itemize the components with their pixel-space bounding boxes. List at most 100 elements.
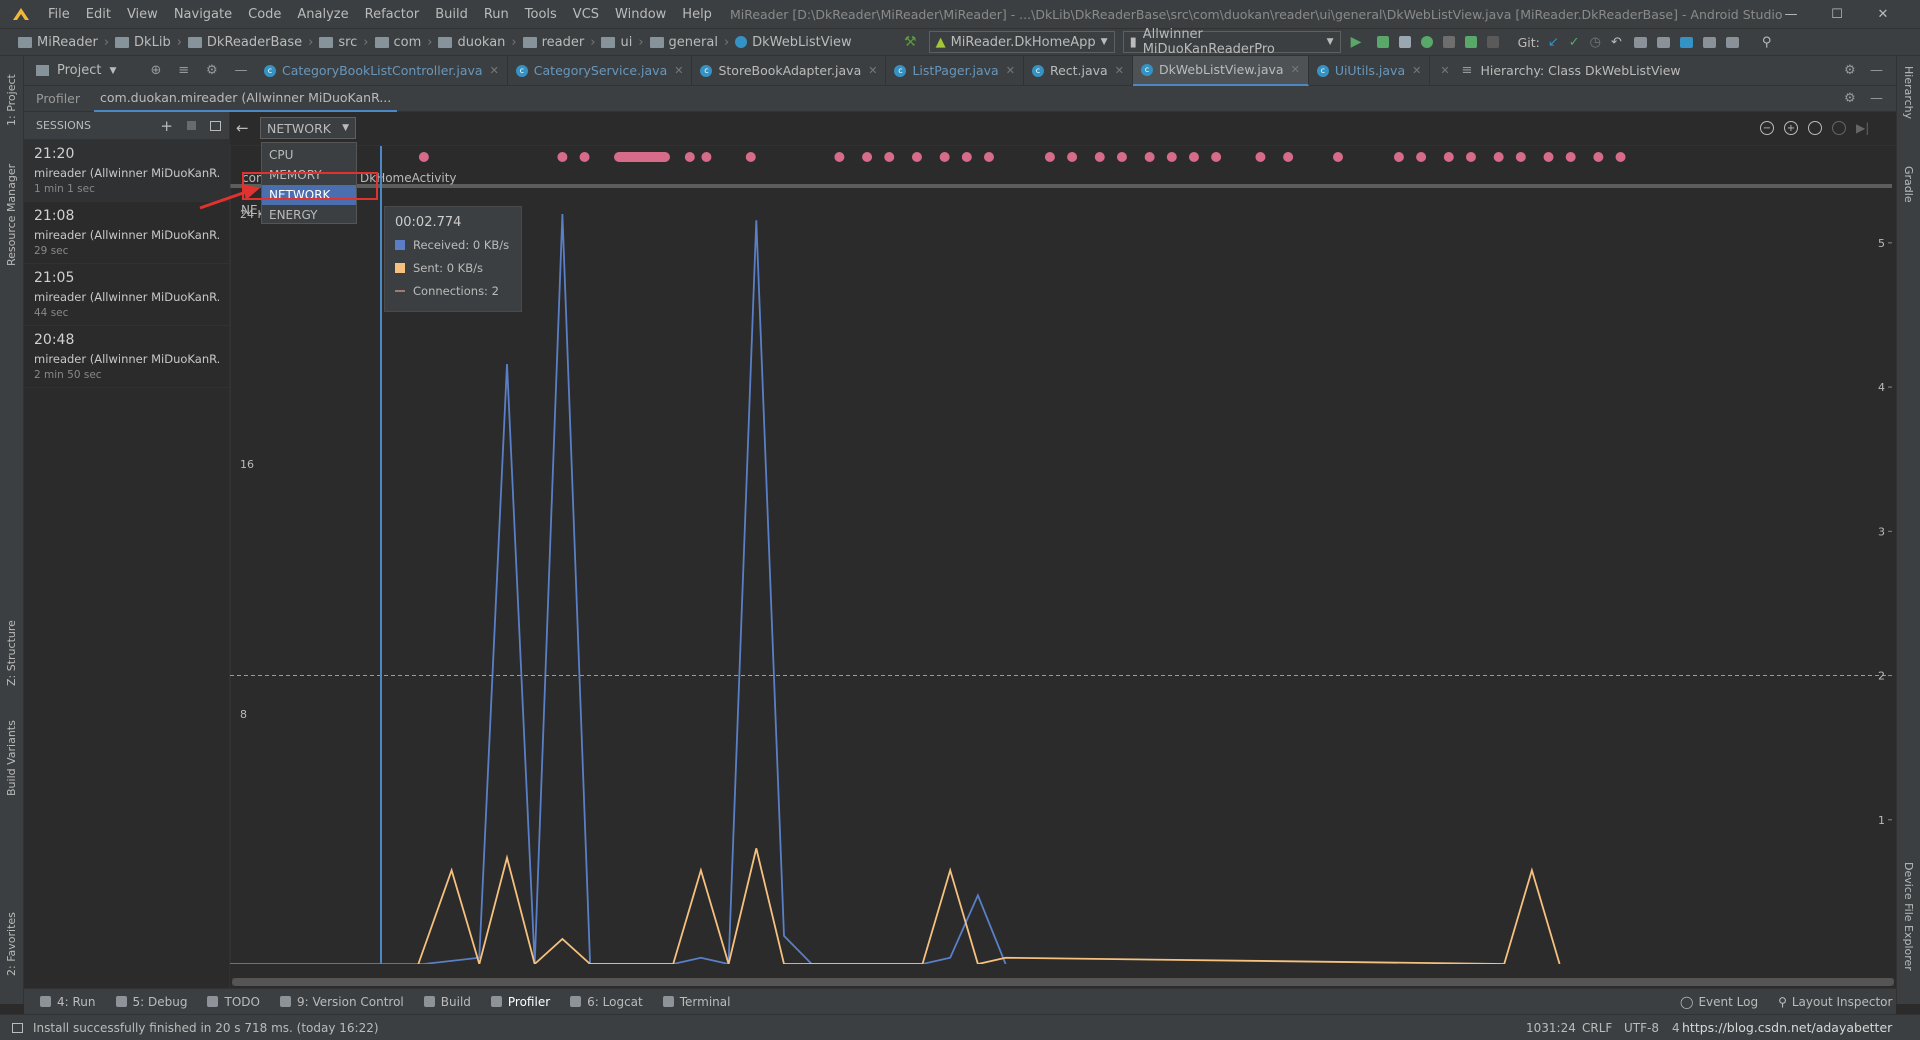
debug-icon[interactable] xyxy=(1420,36,1433,48)
apply-changes-icon[interactable] xyxy=(1376,36,1389,48)
event-dot[interactable] xyxy=(1493,152,1504,162)
hide-panel-icon[interactable]: — xyxy=(1870,63,1883,78)
bottom-tool-4-run[interactable]: 4: Run xyxy=(40,995,96,1009)
event-dot[interactable] xyxy=(1543,152,1554,162)
breadcrumb-item[interactable]: DkWebListView xyxy=(729,35,852,50)
event-dot[interactable] xyxy=(557,152,568,162)
menu-build[interactable]: Build xyxy=(427,7,476,22)
gear-icon[interactable]: ⚙ xyxy=(1844,91,1856,106)
add-session-icon[interactable]: + xyxy=(160,117,173,135)
event-dot[interactable] xyxy=(1333,152,1343,162)
event-dot[interactable] xyxy=(884,152,895,162)
editor-tab[interactable]: c DkWebListView.java ✕ xyxy=(1132,55,1309,86)
layout-inspector-button[interactable]: ⚲ Layout Inspector xyxy=(1778,995,1892,1009)
menu-code[interactable]: Code xyxy=(240,7,289,22)
sdk-manager-icon[interactable] xyxy=(1656,36,1670,48)
event-dot[interactable] xyxy=(1211,152,1222,162)
device-file-explorer-tool-tab[interactable]: Device File Explorer xyxy=(1902,862,1915,971)
locate-icon[interactable]: ⊕ xyxy=(150,63,161,78)
project-tool-tab[interactable]: 1: Project xyxy=(5,74,18,126)
event-dot[interactable] xyxy=(701,152,712,162)
stop-session-icon[interactable] xyxy=(187,121,196,130)
breadcrumb-item[interactable]: MiReader › xyxy=(12,35,109,50)
breadcrumb-item[interactable]: reader › xyxy=(517,35,595,50)
menu-edit[interactable]: Edit xyxy=(78,7,119,22)
event-dot[interactable] xyxy=(1144,152,1155,162)
hierarchy-tool-tab[interactable]: Hierarchy xyxy=(1902,66,1915,119)
close-tab-icon[interactable]: ✕ xyxy=(490,64,499,77)
menu-view[interactable]: View xyxy=(119,7,166,22)
attach-debugger-icon[interactable] xyxy=(1464,36,1477,48)
event-dot[interactable] xyxy=(1188,152,1199,162)
device-select[interactable]: ▮ Allwinner MiDuoKanReaderPro ▼ xyxy=(1122,27,1341,57)
bottom-tool-6-logcat[interactable]: 6: Logcat xyxy=(570,995,643,1009)
timeline-scrollbar-thumb[interactable] xyxy=(232,978,1894,986)
event-dot[interactable] xyxy=(961,152,972,162)
event-dot[interactable] xyxy=(911,152,922,162)
event-dot[interactable] xyxy=(1465,152,1476,162)
reset-zoom-icon[interactable] xyxy=(1808,121,1822,135)
structure-tool-tab[interactable]: Z: Structure xyxy=(5,620,18,686)
event-dot[interactable] xyxy=(418,152,429,162)
event-dot[interactable] xyxy=(1443,152,1454,162)
resource-manager-tool-tab[interactable]: Resource Manager xyxy=(5,164,18,266)
menu-refactor[interactable]: Refactor xyxy=(357,7,428,22)
event-dot[interactable] xyxy=(862,152,873,162)
menu-navigate[interactable]: Navigate xyxy=(166,7,240,22)
coverage-icon[interactable] xyxy=(1442,36,1455,48)
close-window-button[interactable]: ✕ xyxy=(1860,0,1906,28)
event-dot[interactable] xyxy=(983,152,994,162)
event-dot[interactable] xyxy=(1067,152,1078,162)
indent-setting[interactable]: 4 xyxy=(1672,1021,1680,1035)
bottom-tool-terminal[interactable]: Terminal xyxy=(662,995,730,1009)
bottom-tool-todo[interactable]: TODO xyxy=(207,995,260,1009)
menu-vcs[interactable]: VCS xyxy=(565,7,607,22)
menu-analyze[interactable]: Analyze xyxy=(289,7,356,22)
editor-tab[interactable]: c Rect.java ✕ xyxy=(1024,55,1133,86)
run-config-select[interactable]: ▲ MiReader.DkHomeApp ▼ xyxy=(928,31,1115,53)
bottom-tool-build[interactable]: Build xyxy=(423,995,471,1009)
stop-icon[interactable] xyxy=(1486,36,1499,48)
close-tab-icon[interactable]: ✕ xyxy=(1412,64,1421,77)
event-dot[interactable] xyxy=(579,152,590,162)
monitor-option-energy[interactable]: ENERGY xyxy=(262,205,356,225)
toggle-tool-windows-icon[interactable] xyxy=(12,1022,23,1033)
event-dot[interactable] xyxy=(1416,152,1427,162)
breadcrumb-item[interactable]: duokan › xyxy=(432,35,517,50)
event-dot[interactable] xyxy=(834,152,845,162)
monitor-option-cpu[interactable]: CPU xyxy=(262,145,356,165)
back-arrow-icon[interactable]: ← xyxy=(236,119,249,137)
breadcrumb-item[interactable]: ui › xyxy=(595,35,644,50)
editor-tab[interactable]: c CategoryBookListController.java ✕ xyxy=(256,55,508,86)
git-update-icon[interactable]: ↙ xyxy=(1548,35,1559,50)
caret-position[interactable]: 1031:24 xyxy=(1526,1021,1576,1035)
close-tab-icon[interactable]: ✕ xyxy=(1291,63,1300,76)
run-icon[interactable]: ▶ xyxy=(1351,34,1367,50)
gradle-tool-tab[interactable]: Gradle xyxy=(1902,166,1915,203)
gear-icon[interactable]: ⚙ xyxy=(1844,63,1856,78)
build-hammer-icon[interactable]: ⚒ xyxy=(904,34,917,50)
maximize-button[interactable]: ☐ xyxy=(1814,0,1860,28)
git-history-icon[interactable]: ◷ xyxy=(1590,35,1601,50)
zoom-out-icon[interactable]: − xyxy=(1760,121,1774,135)
event-dot[interactable] xyxy=(939,152,950,162)
file-encoding[interactable]: UTF-8 xyxy=(1624,1021,1659,1035)
close-tab-icon[interactable]: ✕ xyxy=(1006,64,1015,77)
zoom-in-icon[interactable]: + xyxy=(1784,121,1798,135)
bottom-tool-9-version-control[interactable]: 9: Version Control xyxy=(279,995,404,1009)
breadcrumb-item[interactable]: com › xyxy=(369,35,432,50)
avd-manager-icon[interactable] xyxy=(1702,36,1716,48)
event-log-button[interactable]: ◯ Event Log xyxy=(1680,995,1758,1009)
project-structure-icon[interactable] xyxy=(1633,36,1647,48)
session-item[interactable]: 20:48 mireader (Allwinner MiDuoKanR... 2 m… xyxy=(24,326,229,388)
close-icon[interactable]: ✕ xyxy=(1440,64,1449,77)
gear-icon[interactable]: ⚙ xyxy=(206,63,218,78)
menu-tools[interactable]: Tools xyxy=(517,7,565,22)
timeline-scrollbar[interactable] xyxy=(232,978,1894,986)
tab-overflow-icon[interactable]: ≡ xyxy=(1462,63,1473,78)
build-variants-tool-tab[interactable]: Build Variants xyxy=(5,720,18,796)
event-dot[interactable] xyxy=(1565,152,1576,162)
event-dot[interactable] xyxy=(1094,152,1105,162)
menu-window[interactable]: Window xyxy=(607,7,674,22)
apply-code-changes-icon[interactable] xyxy=(1398,36,1411,48)
